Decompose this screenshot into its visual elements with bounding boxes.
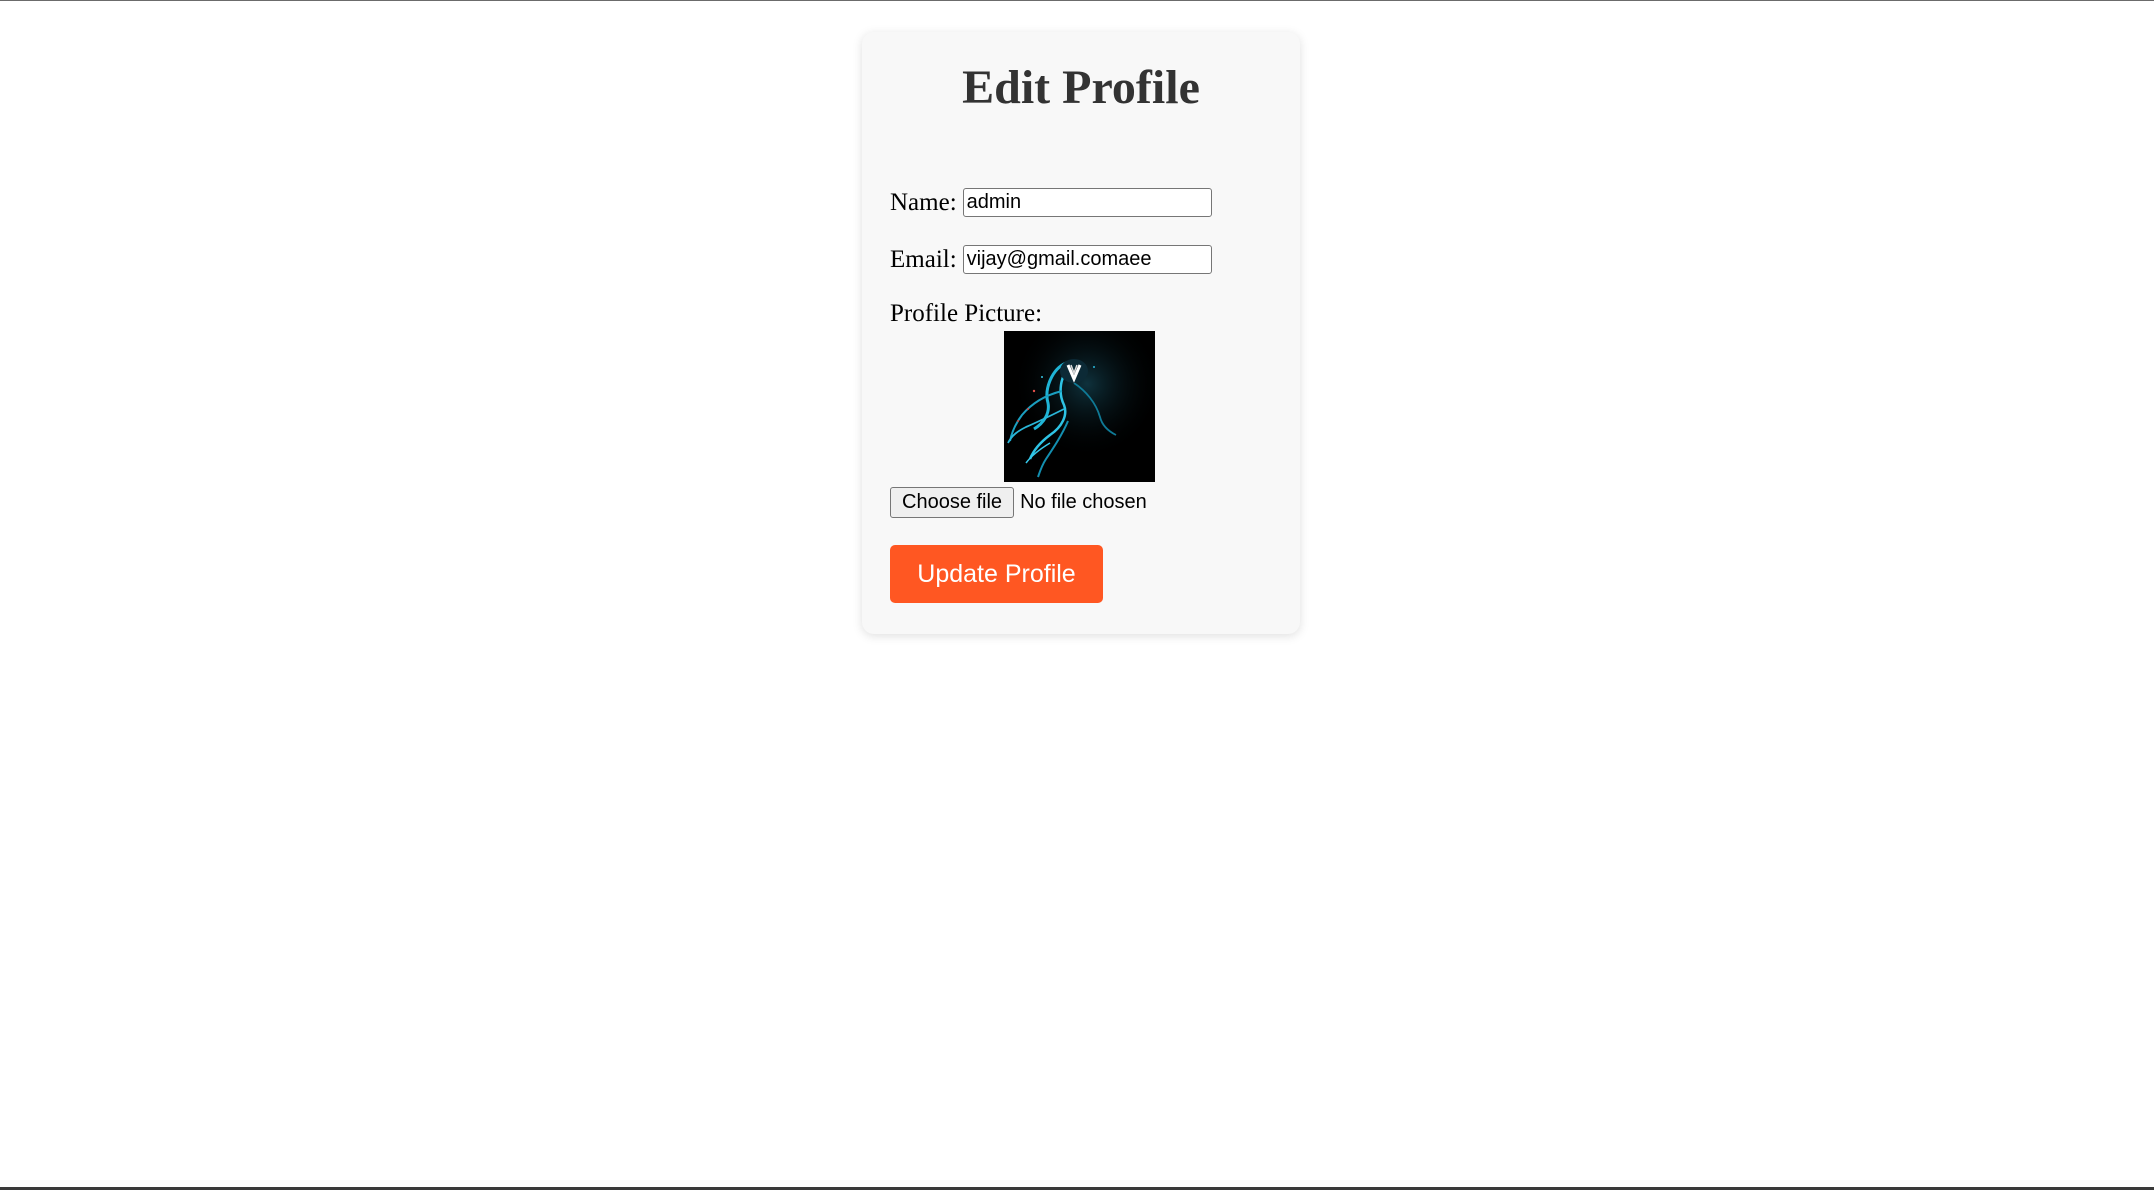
update-profile-button[interactable]: Update Profile [890, 545, 1103, 603]
avatar-artwork-icon [1004, 331, 1155, 482]
name-input[interactable] [962, 188, 1212, 217]
name-row: Name: [890, 188, 1212, 217]
name-label: Name: [890, 188, 957, 216]
profile-picture-label: Profile Picture: [890, 300, 1043, 327]
choose-file-button[interactable]: Choose file [890, 487, 1015, 518]
profile-picture-row: Profile Picture: [890, 300, 1042, 328]
email-label: Email: [890, 245, 957, 273]
email-row: Email: [890, 245, 1212, 274]
page-title: Edit Profile [962, 61, 1200, 114]
email-input[interactable] [962, 245, 1212, 274]
file-input-row: Choose file No file chosen [890, 487, 1147, 518]
profile-picture-image [1004, 331, 1155, 482]
edit-profile-card: Edit Profile Name: Email: Profile Pictur… [862, 32, 1300, 634]
file-status-text: No file chosen [1020, 491, 1147, 513]
